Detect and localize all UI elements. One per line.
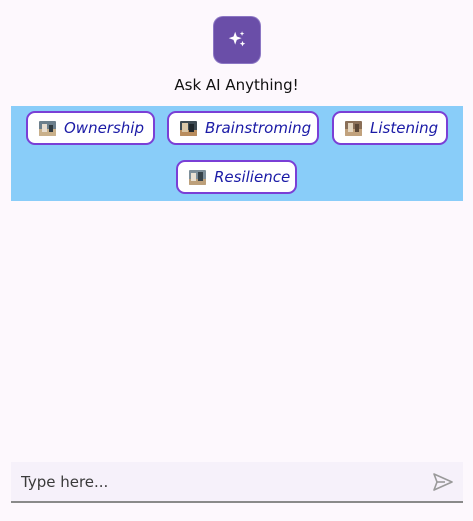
prompt-chip-brainstroming[interactable]: Brainstroming: [167, 111, 319, 145]
message-input[interactable]: [11, 462, 423, 501]
prompt-chip-label: Listening: [370, 119, 439, 137]
page-title: Ask AI Anything!: [174, 76, 299, 94]
message-composer: [11, 462, 463, 503]
photo-thumbnail-icon: [180, 120, 197, 136]
prompt-chip-label: Ownership: [64, 119, 144, 137]
prompt-chip-label: Brainstroming: [205, 119, 312, 137]
photo-thumbnail-icon: [345, 120, 362, 136]
suggested-prompts: Ownership Brainstroming Listening Resili…: [11, 106, 463, 201]
prompt-chip-listening[interactable]: Listening: [332, 111, 448, 145]
prompt-chip-label: Resilience: [214, 168, 291, 186]
prompt-chip-resilience[interactable]: Resilience: [176, 160, 297, 194]
send-button[interactable]: [423, 462, 463, 502]
chat-screen: Ask AI Anything! Ownership Brainstroming: [0, 0, 473, 521]
send-icon: [433, 472, 453, 491]
sparkles-icon: [214, 17, 260, 63]
photo-thumbnail-icon: [189, 169, 206, 185]
photo-thumbnail-icon: [39, 120, 56, 136]
prompt-chip-ownership[interactable]: Ownership: [26, 111, 155, 145]
